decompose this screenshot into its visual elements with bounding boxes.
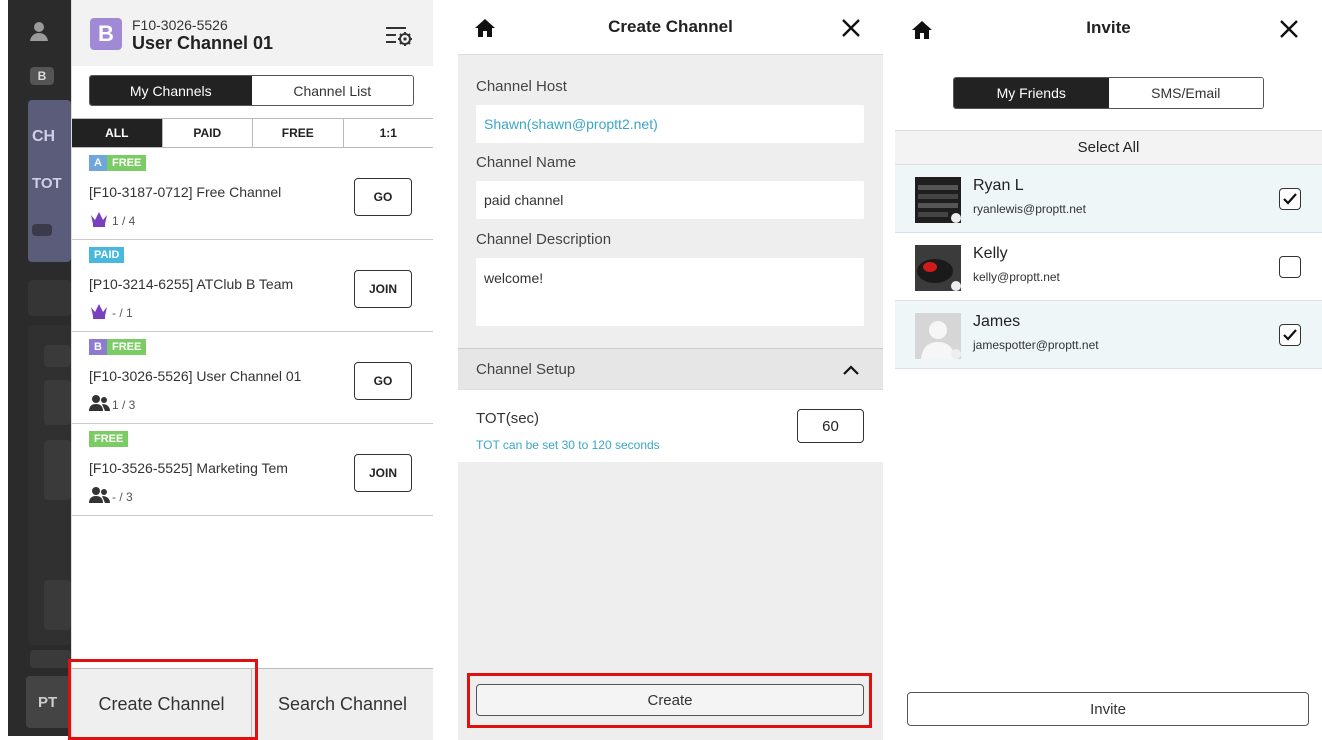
select-all-button[interactable]: Select All xyxy=(895,130,1322,165)
friend-email: ryanlewis@proptt.net xyxy=(973,202,1086,216)
friend-email: jamespotter@proptt.net xyxy=(973,338,1099,352)
channel-logo: B xyxy=(90,18,122,50)
invite-button[interactable]: Invite xyxy=(907,692,1309,726)
friend-name: Ryan L xyxy=(973,177,1024,194)
friend-name: Kelly xyxy=(973,245,1008,262)
channel-row[interactable]: FREE [F10-3526-5525] Marketing Tem - / 3… xyxy=(72,424,433,516)
side-label-ch: CH xyxy=(32,128,56,145)
friend-row[interactable]: James jamespotter@proptt.net xyxy=(895,301,1322,369)
tab-my-friends[interactable]: My Friends xyxy=(954,78,1109,108)
tag-free: FREE xyxy=(89,431,129,447)
tab-channel-list[interactable]: Channel List xyxy=(251,76,413,105)
create-channel-panel: Create Channel Channel Host Shawn(shawn@… xyxy=(458,0,883,740)
host-label: Channel Host xyxy=(476,78,567,95)
channel-name: User Channel 01 xyxy=(132,33,274,53)
settings-menu-icon[interactable] xyxy=(384,24,416,48)
users-icon xyxy=(89,486,110,504)
crown-icon xyxy=(89,210,109,228)
channels-panel: B F10-3026-5526 User Channel 01 My Chann… xyxy=(71,0,433,740)
side-label-tot: TOT xyxy=(32,175,62,192)
tag-paid: PAID xyxy=(89,247,125,263)
close-icon[interactable] xyxy=(1279,19,1299,39)
side-label-pt: PT xyxy=(26,676,71,728)
avatar xyxy=(915,245,961,291)
tot-label: TOT(sec) xyxy=(476,410,540,427)
home-icon[interactable] xyxy=(911,20,933,40)
search-channel-button[interactable]: Search Channel xyxy=(252,669,433,740)
channel-segment: My Channels Channel List xyxy=(89,75,414,106)
tot-setting: TOT(sec) TOT can be set 30 to 120 second… xyxy=(458,390,883,462)
invite-navbar: Invite xyxy=(895,0,1322,55)
setup-label: Channel Setup xyxy=(476,361,576,378)
highlight-box xyxy=(467,673,872,728)
avatar xyxy=(915,177,961,223)
join-button[interactable]: JOIN xyxy=(354,454,412,492)
member-count: 1 / 3 xyxy=(112,398,136,412)
filter-free[interactable]: FREE xyxy=(253,119,344,147)
channel-row[interactable]: PAID [P10-3214-6255] ATClub B Team - / 1… xyxy=(72,240,433,332)
filter-paid[interactable]: PAID xyxy=(163,119,253,147)
channel-row[interactable]: B FREE [F10-3026-5526] User Channel 01 1… xyxy=(72,332,433,424)
go-button[interactable]: GO xyxy=(354,362,412,400)
channel-id: F10-3026-5526 xyxy=(132,17,228,33)
crown-icon xyxy=(89,302,109,320)
tot-input[interactable]: 60 xyxy=(797,409,864,443)
channel-title: [F10-3026-5526] User Channel 01 xyxy=(89,368,302,384)
background-app: B CH TOT PT xyxy=(8,0,71,736)
channel-title: [F10-3187-0712] Free Channel xyxy=(89,184,282,200)
tag-free: FREE xyxy=(107,339,147,355)
friend-email: kelly@proptt.net xyxy=(973,270,1060,284)
tag-free: FREE xyxy=(107,155,147,171)
description-field[interactable]: welcome! xyxy=(476,258,864,326)
check-icon xyxy=(1283,329,1297,341)
chevron-up-icon[interactable] xyxy=(842,363,860,375)
channel-title: [P10-3214-6255] ATClub B Team xyxy=(89,276,294,292)
friend-checkbox[interactable] xyxy=(1279,188,1301,210)
go-button[interactable]: GO xyxy=(354,178,412,216)
invite-panel: Invite My Friends SMS/Email Select All R… xyxy=(895,0,1322,740)
filter-all[interactable]: ALL xyxy=(72,119,163,147)
friend-row[interactable]: Kelly kelly@proptt.net xyxy=(895,233,1322,301)
channel-row[interactable]: A FREE [F10-3187-0712] Free Channel 1 / … xyxy=(72,148,433,240)
close-icon[interactable] xyxy=(841,18,861,38)
page-title: Create Channel xyxy=(608,17,733,36)
name-field[interactable]: paid channel xyxy=(476,181,864,219)
tab-my-channels[interactable]: My Channels xyxy=(90,76,252,105)
create-navbar: Create Channel xyxy=(458,0,883,55)
description-label: Channel Description xyxy=(476,231,612,248)
name-label: Channel Name xyxy=(476,154,577,171)
invite-segment: My Friends SMS/Email xyxy=(953,77,1264,109)
member-count: - / 3 xyxy=(112,490,133,504)
users-icon xyxy=(89,394,110,412)
user-icon xyxy=(28,20,50,42)
home-icon[interactable] xyxy=(474,18,496,38)
tab-sms-email[interactable]: SMS/Email xyxy=(1108,78,1263,108)
member-count: - / 1 xyxy=(112,306,133,320)
highlight-box xyxy=(68,659,258,740)
join-button[interactable]: JOIN xyxy=(354,270,412,308)
filter-tabs: ALL PAID FREE 1:1 xyxy=(72,118,433,148)
host-field: Shawn(shawn@proptt2.net) xyxy=(476,105,864,143)
channel-title: [F10-3526-5525] Marketing Tem xyxy=(89,460,288,476)
tag-letter: B xyxy=(89,339,107,355)
avatar xyxy=(915,313,961,359)
tag-letter: A xyxy=(89,155,107,171)
member-count: 1 / 4 xyxy=(112,214,136,228)
setup-section[interactable]: Channel Setup xyxy=(458,348,883,390)
friend-row[interactable]: Ryan L ryanlewis@proptt.net xyxy=(895,165,1322,233)
check-icon xyxy=(1283,193,1297,205)
friend-checkbox[interactable] xyxy=(1279,256,1301,278)
page-title: Invite xyxy=(1086,17,1131,37)
friend-checkbox[interactable] xyxy=(1279,324,1301,346)
side-badge-b: B xyxy=(30,67,54,85)
friend-name: James xyxy=(973,313,1021,330)
filter-1on1[interactable]: 1:1 xyxy=(344,119,434,147)
tot-hint: TOT can be set 30 to 120 seconds xyxy=(476,438,660,452)
